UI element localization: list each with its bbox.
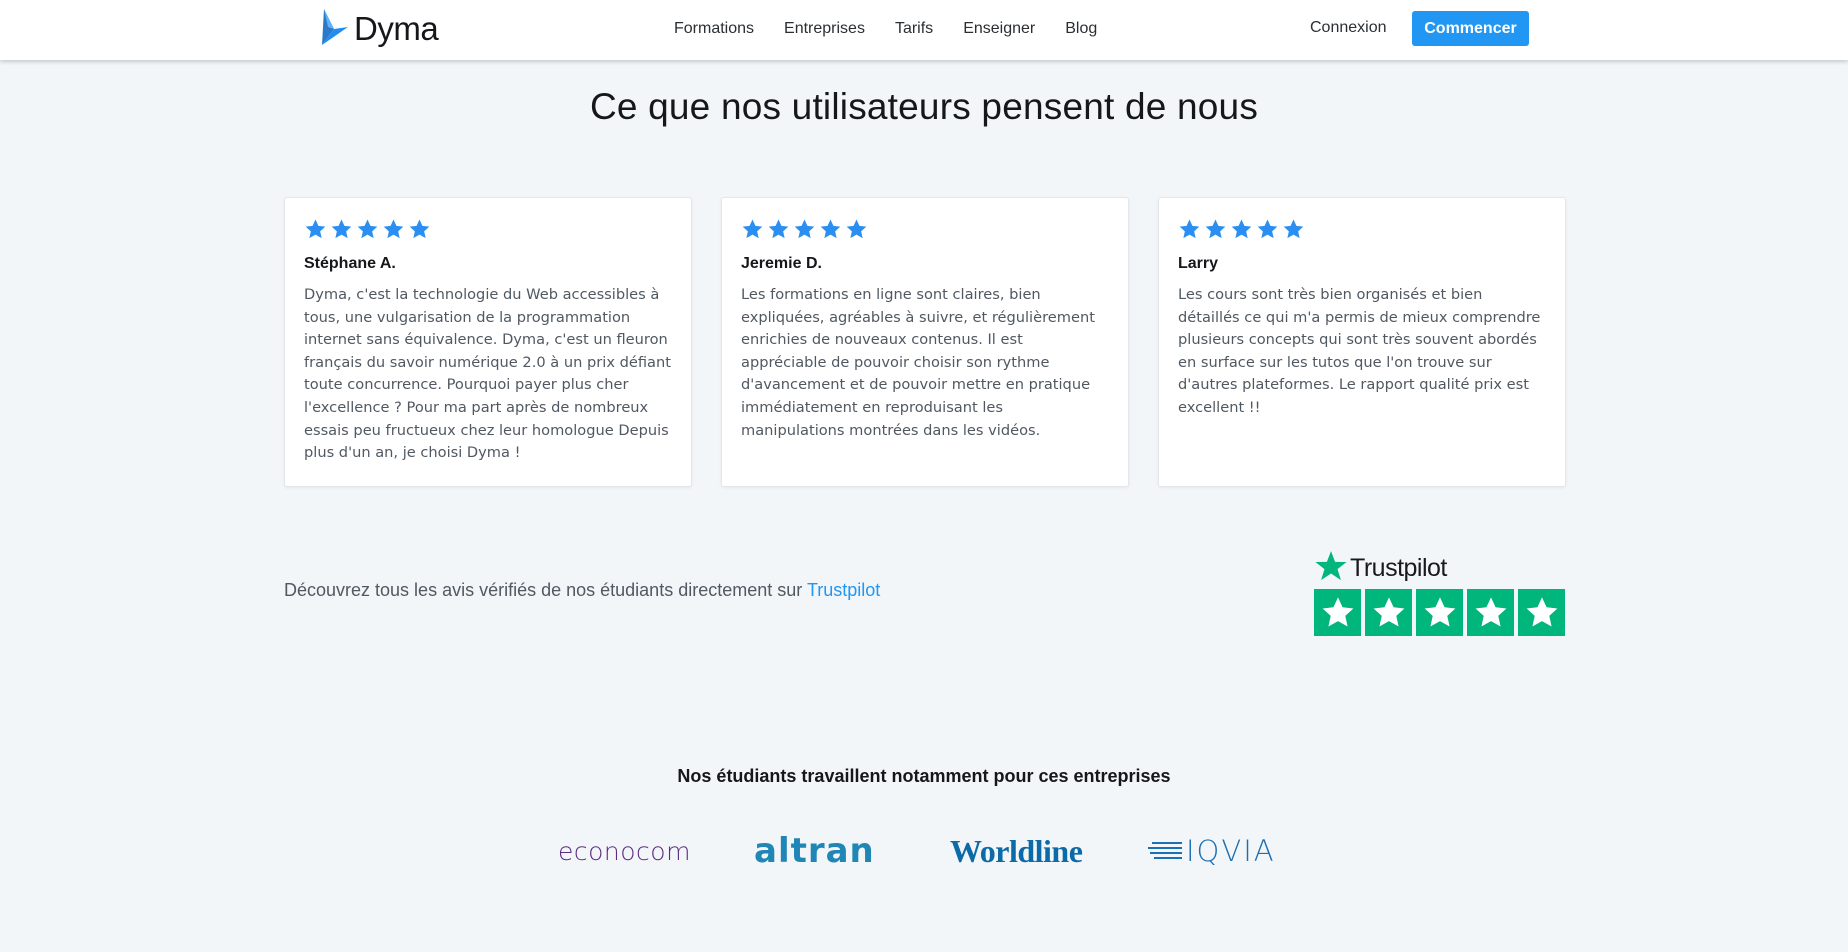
trustpilot-line: Découvrez tous les avis vérifiés de nos … — [284, 580, 880, 601]
star-icon — [357, 219, 378, 239]
star-icon — [1283, 219, 1304, 239]
dyma-logo-link[interactable]: Dyma — [318, 6, 439, 50]
trustpilot-star-box — [1314, 589, 1361, 636]
star-icon — [794, 219, 815, 239]
trustpilot-line-text: Découvrez tous les avis vérifiés de nos … — [284, 580, 803, 600]
main-nav: Formations Entreprises Tarifs Enseigner … — [674, 0, 1127, 58]
nav-blog[interactable]: Blog — [1065, 20, 1097, 38]
star-icon — [742, 219, 763, 239]
nav-enseigner[interactable]: Enseigner — [963, 20, 1035, 38]
review-text: Les formations en ligne sont claires, bi… — [741, 286, 1095, 439]
review-card: Stéphane A. Dyma, c'est la technologie d… — [284, 197, 692, 487]
star-icon — [305, 219, 326, 239]
dyma-bird-logo-icon — [322, 9, 348, 45]
trustpilot-star-icon — [1322, 596, 1353, 626]
companies-title: Nos étudiants travaillent notamment pour… — [677, 766, 1171, 786]
trustpilot-link[interactable]: Trustpilot — [807, 580, 880, 600]
star-icon — [846, 219, 867, 239]
nav-formations[interactable]: Formations — [674, 20, 754, 38]
trustpilot-star-icon — [1373, 596, 1404, 626]
trustpilot-star-box — [1518, 589, 1565, 636]
trustpilot-brand: Trustpilot — [1314, 548, 1447, 583]
company-logos: econocom altran Worldline IQVIA — [0, 828, 1848, 874]
review-text: Les cours sont très bien organisés et bi… — [1178, 286, 1541, 416]
econocom-logo: econocom — [558, 836, 691, 866]
reviewer-name: Jeremie D. — [741, 255, 822, 272]
worldline-logo: Worldline — [950, 832, 1083, 869]
trustpilot-star-icon — [1475, 596, 1506, 626]
review-card: Larry Les cours sont très bien organisés… — [1158, 197, 1566, 487]
star-icon — [1231, 219, 1252, 239]
nav-tarifs[interactable]: Tarifs — [895, 20, 933, 38]
review-text: Dyma, c'est la technologie du Web access… — [304, 286, 671, 462]
reviewer-name: Larry — [1178, 255, 1219, 272]
top-navbar: Dyma Formations Entreprises Tarifs Ensei… — [0, 0, 1848, 60]
star-icon — [331, 219, 352, 239]
iqvia-lines-icon — [1148, 842, 1182, 859]
altran-logo: altran — [754, 831, 875, 871]
star-icon — [820, 219, 841, 239]
star-icon — [768, 219, 789, 239]
trustpilot-star-icon — [1424, 596, 1455, 626]
iqvia-logo: IQVIA — [1148, 828, 1276, 874]
star-icon — [409, 219, 430, 239]
login-link[interactable]: Connexion — [1310, 19, 1387, 37]
star-icon — [1179, 219, 1200, 239]
rating-stars — [741, 218, 1109, 242]
trustpilot-brand-text: Trustpilot — [1350, 554, 1447, 582]
star-icon — [1257, 219, 1278, 239]
trustpilot-stars — [1314, 589, 1565, 636]
trustpilot-star-box — [1416, 589, 1463, 636]
start-button[interactable]: Commencer — [1412, 11, 1529, 46]
trustpilot-star-box — [1365, 589, 1412, 636]
trustpilot-star-icon — [1315, 550, 1347, 580]
star-icon — [383, 219, 404, 239]
review-card: Jeremie D. Les formations en ligne sont … — [721, 197, 1129, 487]
star-icon — [1205, 219, 1226, 239]
nav-entreprises[interactable]: Entreprises — [784, 20, 865, 38]
trustpilot-star-icon — [1526, 596, 1557, 626]
trustpilot-star-box — [1467, 589, 1514, 636]
rating-stars — [1178, 218, 1546, 242]
iqvia-logo-text: IQVIA — [1186, 834, 1276, 868]
section-title: Ce que nos utilisateurs pensent de nous — [589, 86, 1259, 127]
reviewer-name: Stéphane A. — [304, 255, 396, 272]
logo-text: Dyma — [354, 10, 439, 47]
trustpilot-badge[interactable]: Trustpilot — [1314, 548, 1566, 638]
rating-stars — [304, 218, 672, 242]
